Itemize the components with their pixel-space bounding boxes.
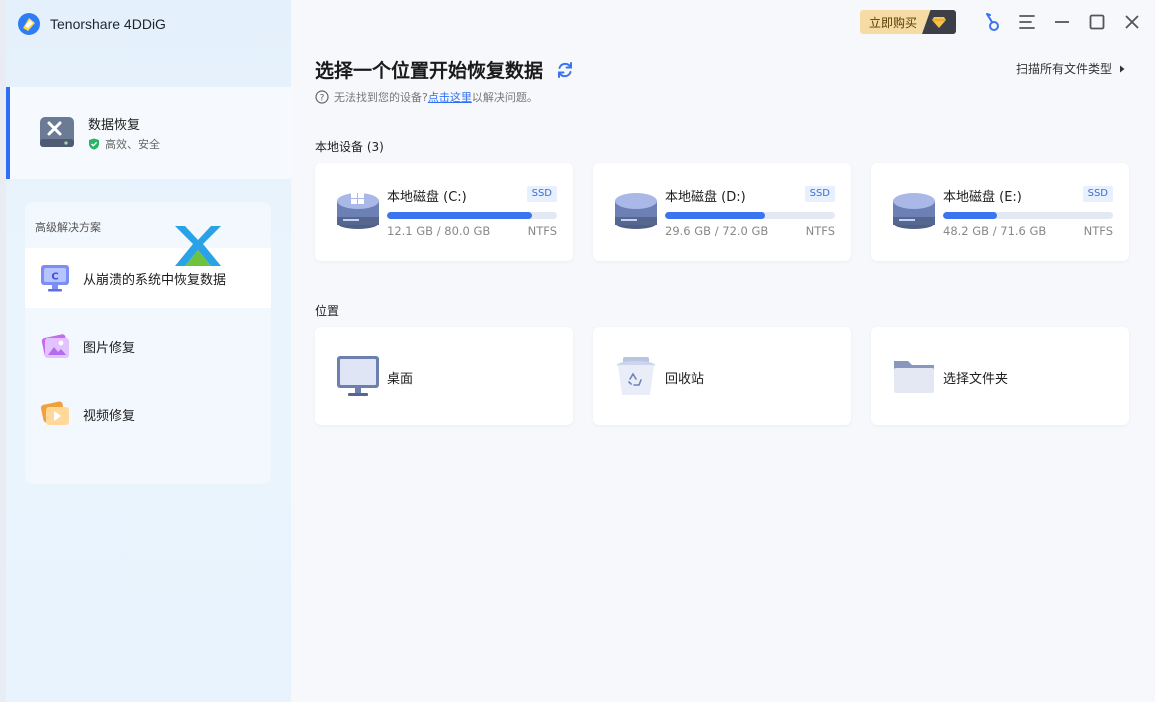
- local-devices-label: 本地设备 (3): [315, 140, 384, 154]
- tools-drive-icon: [40, 117, 74, 147]
- hint-prefix: 无法找到您的设备?: [334, 91, 428, 104]
- main-content: 立即购买 选择一个位置开始恢复数据 扫描所有文件类型 ? 无法找到您的设备? 点…: [291, 0, 1155, 702]
- location-card-recycle-bin[interactable]: 回收站: [593, 327, 851, 425]
- sidebar: Tenorshare 4DDiG 数据恢复 高效、安全 高级解决方案 C 从崩溃…: [6, 0, 291, 702]
- disk-filesystem: NTFS: [1083, 224, 1113, 238]
- disk-card-e[interactable]: 本地磁盘 (E:) SSD 48.2 GB / 71.6 GB NTFS: [871, 163, 1129, 261]
- disk-filesystem: NTFS: [805, 224, 835, 238]
- disk-usage-fill: [665, 212, 766, 219]
- location-label: 回收站: [665, 372, 705, 387]
- video-repair-label: 视频修复: [83, 408, 136, 424]
- sidebar-item-label: 数据恢复: [88, 118, 141, 133]
- video-repair-icon: [40, 401, 69, 425]
- sidebar-item-video-repair[interactable]: 视频修复: [25, 384, 271, 444]
- drive-icon: [615, 193, 657, 229]
- location-card-select-folder[interactable]: 选择文件夹: [871, 327, 1129, 425]
- disk-name: 本地磁盘 (E:): [943, 190, 1022, 205]
- photo-repair-icon: [41, 334, 69, 358]
- disk-type-badge: SSD: [526, 186, 557, 202]
- shield-check-icon: [89, 138, 99, 150]
- minimize-icon[interactable]: [1051, 11, 1073, 33]
- disk-usage-text: 12.1 GB / 80.0 GB: [387, 224, 491, 238]
- page-title: 选择一个位置开始恢复数据: [315, 60, 544, 82]
- location-label: 选择文件夹: [943, 372, 1009, 387]
- locations-label: 位置: [315, 304, 340, 318]
- hint-suffix: 以解决问题。: [471, 91, 538, 104]
- location-card-desktop[interactable]: 桌面: [315, 327, 573, 425]
- question-icon: ?: [315, 90, 329, 104]
- panel-title: 高级解决方案: [35, 221, 101, 234]
- sidebar-item-photo-repair[interactable]: 图片修复: [25, 316, 271, 376]
- windows-drive-icon: [337, 193, 379, 229]
- brand: Tenorshare 4DDiG: [16, 10, 166, 38]
- location-label: 桌面: [387, 372, 414, 387]
- disk-usage-bar: [943, 212, 1113, 219]
- drive-icon: [893, 193, 935, 229]
- disk-card-c[interactable]: 本地磁盘 (C:) SSD 12.1 GB / 80.0 GB NTFS: [315, 163, 573, 261]
- page-heading: 选择一个位置开始恢复数据: [315, 56, 575, 83]
- subtitle-text: 高效、安全: [105, 138, 160, 151]
- buy-now-label: 立即购买: [869, 15, 918, 30]
- maximize-icon[interactable]: [1086, 11, 1108, 33]
- app-window: Tenorshare 4DDiG 数据恢复 高效、安全 高级解决方案 C 从崩溃…: [6, 0, 1155, 702]
- disk-type-badge: SSD: [804, 186, 835, 202]
- disk-usage-text: 29.6 GB / 72.0 GB: [665, 224, 769, 238]
- photo-repair-label: 图片修复: [83, 340, 136, 356]
- app-title: Tenorshare 4DDiG: [50, 16, 166, 32]
- disk-name: 本地磁盘 (D:): [665, 190, 746, 205]
- sidebar-item-data-recovery[interactable]: 数据恢复 高效、安全: [6, 87, 291, 179]
- diamond-icon: [922, 10, 956, 34]
- disk-type-badge: SSD: [1082, 186, 1113, 202]
- key-icon[interactable]: [981, 11, 1003, 33]
- disk-usage-bar: [387, 212, 557, 219]
- scan-all-file-types-link[interactable]: 扫描所有文件类型: [1016, 60, 1127, 77]
- disk-usage-fill: [387, 212, 532, 219]
- refresh-icon[interactable]: [555, 60, 575, 80]
- click-here-link[interactable]: 点击这里: [428, 89, 472, 105]
- recycle-bin-icon: [617, 357, 655, 395]
- close-icon[interactable]: [1121, 11, 1143, 33]
- svg-text:?: ?: [320, 93, 325, 103]
- help-hint: ? 无法找到您的设备? 点击这里 以解决问题。: [315, 89, 538, 105]
- sidebar-item-subtitle: 高效、安全: [88, 136, 160, 152]
- disk-usage-bar: [665, 212, 835, 219]
- buy-now-button[interactable]: 立即购买: [860, 10, 956, 34]
- disk-card-d[interactable]: 本地磁盘 (D:) SSD 29.6 GB / 72.0 GB NTFS: [593, 163, 851, 261]
- folder-icon: [894, 361, 934, 393]
- disk-usage-fill: [943, 212, 998, 219]
- disk-name: 本地磁盘 (C:): [387, 190, 467, 205]
- svg-text:C: C: [51, 272, 58, 283]
- title-bar-controls: 立即购买: [860, 10, 1143, 34]
- crash-recovery-label: 从崩溃的系统中恢复数据: [83, 272, 227, 288]
- disk-filesystem: NTFS: [527, 224, 557, 238]
- scan-all-label: 扫描所有文件类型: [1015, 62, 1112, 76]
- monitor-recovery-icon: C: [41, 265, 69, 292]
- app-logo-icon: [18, 13, 40, 35]
- desktop-monitor-icon: [337, 356, 379, 396]
- menu-icon[interactable]: [1016, 11, 1038, 33]
- disk-usage-text: 48.2 GB / 71.6 GB: [943, 224, 1047, 238]
- caret-right-icon: [1120, 65, 1125, 72]
